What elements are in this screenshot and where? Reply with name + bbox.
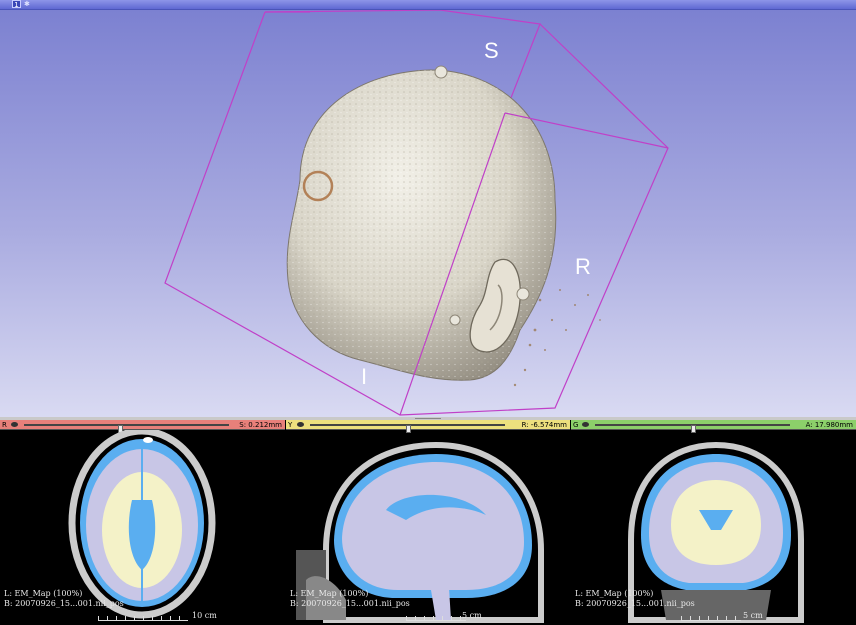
yellow-slice-view[interactable]: Y R: -6.574mm L: EM_Map (100%) B: 200709… xyxy=(286,420,570,625)
view-number-badge[interactable]: 1 xyxy=(12,0,21,9)
orientation-label-right: R xyxy=(575,254,591,279)
eye-icon[interactable] xyxy=(11,422,18,427)
green-slice-controller[interactable]: G A: 17.980mm xyxy=(571,420,856,433)
eye-icon[interactable] xyxy=(582,422,589,427)
slice-offset-slider[interactable] xyxy=(24,424,229,433)
slice-offset-value: S: 0.212mm xyxy=(239,421,282,429)
pin-icon[interactable]: ✱ xyxy=(24,0,30,8)
scale-bar xyxy=(406,612,466,621)
head-volume-rendering xyxy=(286,65,601,387)
slice-letter: Y xyxy=(288,421,293,429)
orientation-label-inferior: I xyxy=(361,364,368,389)
layer-annotation: L: EM_Map (100%) B: 20070926_15...001.ni… xyxy=(4,589,124,608)
green-slice-view[interactable]: G A: 17.980mm L: EM_Map (100%) B: 200709… xyxy=(571,420,856,625)
yellow-slice-controller[interactable]: Y R: -6.574mm xyxy=(286,420,570,433)
layer-annotation: L: EM_Map (100%) B: 20070926_15...001.ni… xyxy=(575,589,695,608)
slice-offset-slider[interactable] xyxy=(595,424,790,433)
scale-bar-label: 10 cm xyxy=(192,611,217,620)
scale-bar-label: 5 cm xyxy=(743,611,763,620)
slice-letter: G xyxy=(573,421,579,429)
3d-view[interactable]: 1 ✱ S R I xyxy=(0,0,856,417)
red-slice-view[interactable]: R S: 0.212mm L: EM_Map (100%) B: 2007092… xyxy=(0,420,285,625)
scale-bar xyxy=(681,612,741,621)
layer-annotation: L: EM_Map (100%) B: 20070926_15...001.ni… xyxy=(290,589,410,608)
orientation-label-superior: S xyxy=(484,38,499,63)
scale-bar xyxy=(98,612,188,621)
eye-icon[interactable] xyxy=(297,422,304,427)
3d-render[interactable] xyxy=(0,0,856,417)
slice-letter: R xyxy=(2,421,7,429)
red-slice-controller[interactable]: R S: 0.212mm xyxy=(0,420,285,433)
slice-offset-value: A: 17.980mm xyxy=(805,421,853,429)
slicer-layout: 1 ✱ S R I R S: 0.212mm L: EM_Map (100%) xyxy=(0,0,856,625)
slice-offset-slider[interactable] xyxy=(310,424,505,433)
3d-view-controller-bar[interactable]: 1 ✱ xyxy=(0,0,856,10)
scale-bar-label: 5 cm xyxy=(462,611,482,620)
slice-offset-value: R: -6.574mm xyxy=(521,421,567,429)
